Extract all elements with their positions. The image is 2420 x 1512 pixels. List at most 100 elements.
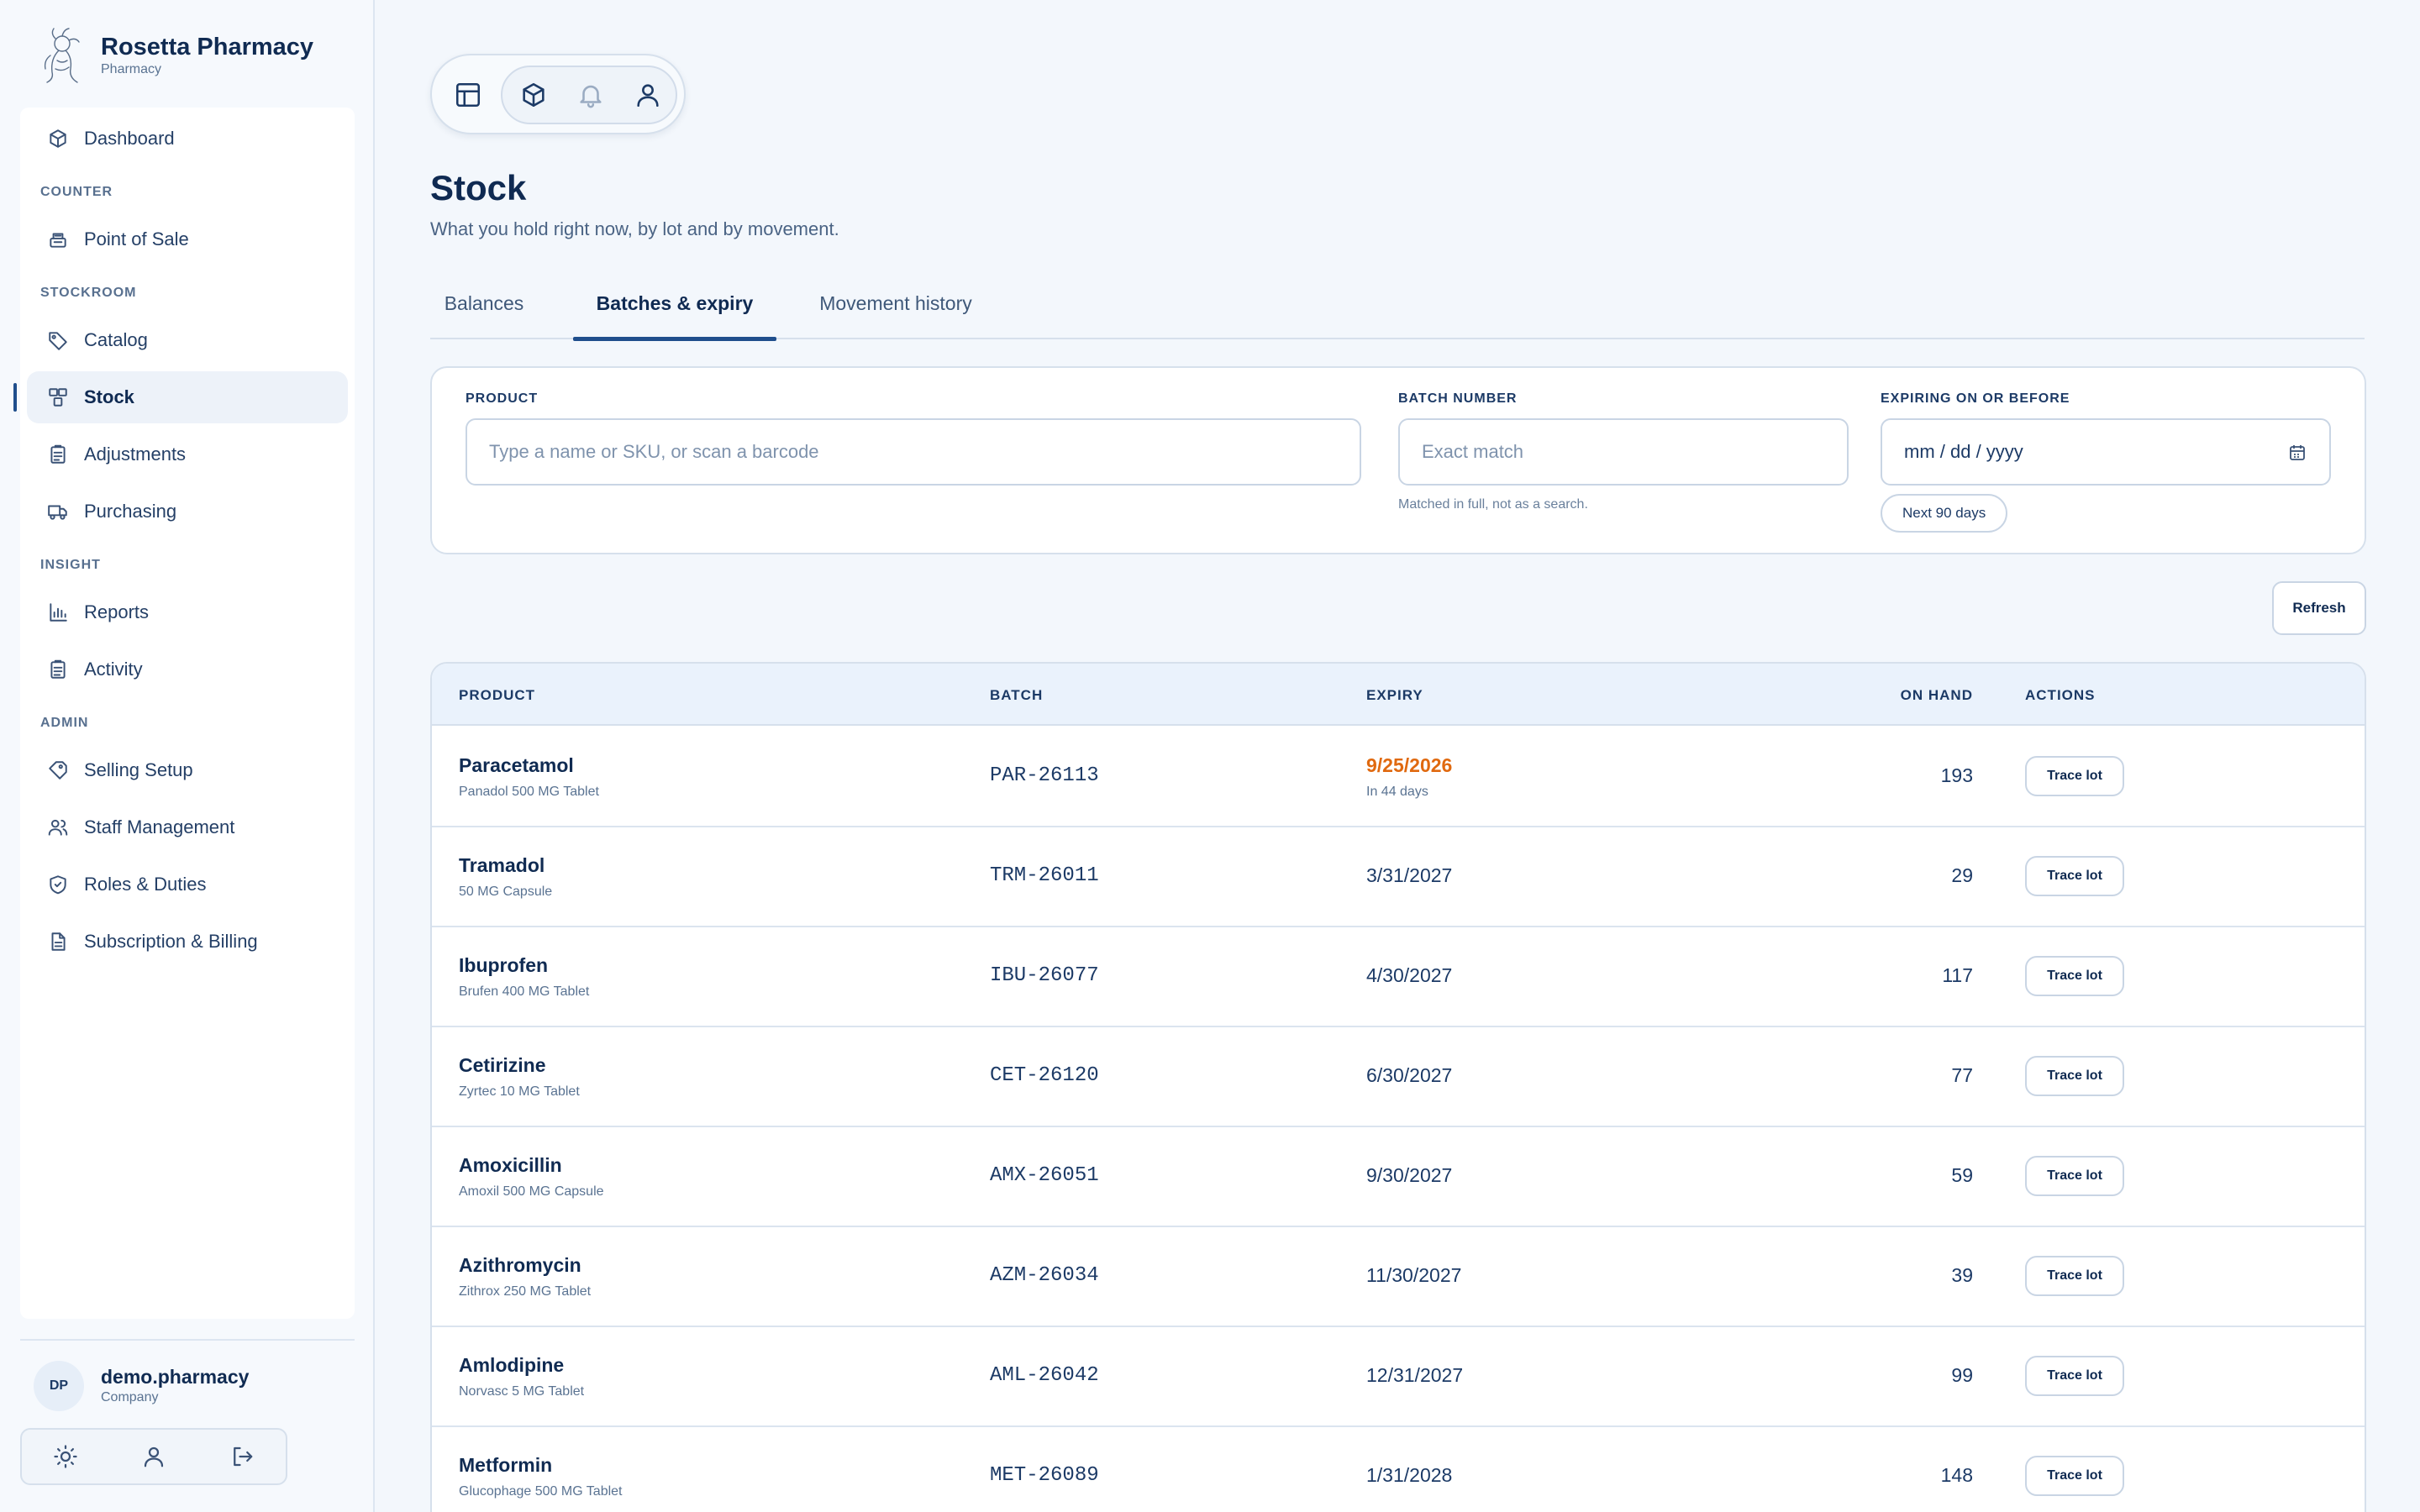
sidebar-item-stock[interactable]: Stock: [13, 371, 348, 423]
sidebar-item-label: Purchasing: [84, 501, 177, 522]
clipboard-list-icon: [50, 659, 66, 679]
filter-panel: PRODUCT BATCH NUMBER Matched in full, no…: [430, 366, 2366, 554]
expiry-date: 9/25/2026: [1366, 754, 1453, 776]
batch-number: PAR-26113: [990, 764, 1099, 787]
sidebar-item-label: Activity: [84, 659, 143, 680]
document-icon: [51, 932, 66, 951]
sidebar-item-label: Point of Sale: [84, 228, 189, 249]
expiry-date: 4/30/2027: [1366, 964, 1453, 986]
inventory-button[interactable]: [509, 71, 558, 119]
tab-bar: Balances Batches & expiry Movement histo…: [430, 281, 2365, 341]
sidebar-item-catalog[interactable]: Catalog: [27, 314, 348, 366]
sidebar-item-adjustments[interactable]: Adjustments: [27, 428, 348, 480]
nav-section-stockroom: STOCKROOM: [40, 286, 137, 300]
layout-icon: [455, 82, 481, 108]
product-search-input[interactable]: [466, 418, 1361, 486]
batch-hint: Matched in full, not as a search.: [1398, 497, 1588, 512]
refresh-button[interactable]: Refresh: [2272, 581, 2366, 635]
table-row[interactable]: Ibuprofen Brufen 400 MG Tablet IBU-26077 4/…: [432, 927, 2365, 1027]
sidebar-item-label: Stock: [84, 386, 134, 407]
sun-icon[interactable]: [53, 1444, 78, 1469]
trace-lot-button[interactable]: Trace lot: [2025, 956, 2124, 996]
page-title: Stock: [430, 168, 527, 207]
profile-button[interactable]: [623, 71, 672, 119]
user-profile[interactable]: DP demo.pharmacy Company: [34, 1361, 249, 1411]
sidebar-divider: [20, 1339, 355, 1341]
nav-panel: Dashboard COUNTER Point of Sale STOCKROO…: [13, 108, 355, 1319]
top-toolbar: [430, 54, 686, 134]
sidebar-item-purchasing[interactable]: Purchasing: [27, 486, 348, 538]
tab-batches-expiry[interactable]: Batches & expiry: [573, 292, 776, 341]
sidebar-item-point-of-sale[interactable]: Point of Sale: [27, 213, 348, 265]
avatar: DP: [34, 1361, 84, 1411]
truck-icon: [48, 505, 67, 520]
user-icon[interactable]: [141, 1444, 166, 1469]
product-description: Brufen 400 MG Tablet: [459, 984, 590, 999]
table-row[interactable]: Metformin Glucophage 500 MG Tablet MET-260…: [432, 1427, 2365, 1512]
tab-movement-history[interactable]: Movement history: [803, 292, 988, 339]
table-row[interactable]: Tramadol 50 MG Capsule TRM-26011 3/31/2027 2…: [432, 827, 2365, 927]
sidebar-item-selling-setup[interactable]: Selling Setup: [27, 744, 348, 796]
batches-table: PRODUCT BATCH EXPIRY ON HAND ACTIONS Par…: [430, 662, 2366, 1512]
expiry-filter-label: EXPIRING ON OR BEFORE: [1881, 391, 2070, 406]
on-hand-quantity: 99: [1951, 1364, 1973, 1386]
expiry-date: 12/31/2027: [1366, 1364, 1464, 1386]
users-icon: [48, 819, 68, 836]
sidebar-item-activity[interactable]: Activity: [27, 643, 348, 696]
sidebar-item-roles-duties[interactable]: Roles & Duties: [27, 858, 348, 911]
sidebar-item-reports[interactable]: Reports: [27, 586, 348, 638]
batch-number: CET-26120: [990, 1064, 1099, 1087]
next-90-days-chip[interactable]: Next 90 days: [1881, 494, 2008, 533]
trace-lot-button[interactable]: Trace lot: [2025, 856, 2124, 896]
sidebar-item-label: Catalog: [84, 329, 148, 350]
on-hand-quantity: 117: [1942, 964, 1973, 986]
batch-number: AZM-26034: [990, 1264, 1099, 1287]
notifications-button[interactable]: [566, 71, 615, 119]
trace-lot-button[interactable]: Trace lot: [2025, 1256, 2124, 1296]
sidebar-item-dashboard[interactable]: Dashboard: [27, 113, 348, 165]
nav-section-counter: COUNTER: [40, 185, 113, 199]
column-header-batch: BATCH: [990, 687, 1044, 703]
brand-name: Rosetta Pharmacy: [101, 34, 314, 60]
table-row[interactable]: Amlodipine Norvasc 5 MG Tablet AML-26042 12…: [432, 1327, 2365, 1427]
column-header-product: PRODUCT: [459, 687, 536, 703]
logout-icon[interactable]: [229, 1444, 255, 1469]
brand[interactable]: Rosetta Pharmacy Pharmacy: [37, 25, 313, 86]
product-name: Cetirizine: [459, 1054, 546, 1076]
table-row[interactable]: Amoxicillin Amoxil 500 MG Capsule AMX-2605…: [432, 1127, 2365, 1227]
cube-icon: [523, 82, 544, 108]
sidebar-item-staff-management[interactable]: Staff Management: [27, 801, 348, 853]
sidebar-item-label: Selling Setup: [84, 759, 193, 780]
on-hand-quantity: 193: [1940, 764, 1973, 786]
trace-lot-button[interactable]: Trace lot: [2025, 756, 2124, 796]
batch-number: AML-26042: [990, 1364, 1099, 1387]
table-row[interactable]: Paracetamol Panadol 500 MG Tablet PAR-2611…: [432, 727, 2365, 827]
user-actions: [20, 1428, 287, 1485]
sidebar-item-label: Subscription & Billing: [84, 931, 258, 952]
product-name: Azithromycin: [459, 1254, 581, 1276]
trace-lot-button[interactable]: Trace lot: [2025, 1456, 2124, 1496]
clipboard-icon: [50, 444, 66, 464]
tab-balances[interactable]: Balances: [430, 292, 538, 339]
trace-lot-button[interactable]: Trace lot: [2025, 1356, 2124, 1396]
expiry-date: 9/30/2027: [1366, 1164, 1453, 1186]
table-row[interactable]: Cetirizine Zyrtec 10 MG Tablet CET-26120 6/…: [432, 1027, 2365, 1127]
sidebar-item-subscription-billing[interactable]: Subscription & Billing: [27, 916, 348, 968]
product-name: Tramadol: [459, 854, 545, 876]
trace-lot-button[interactable]: Trace lot: [2025, 1156, 2124, 1196]
expiry-date: 11/30/2027: [1366, 1264, 1462, 1286]
batch-number: IBU-26077: [990, 964, 1099, 987]
table-header: PRODUCT BATCH EXPIRY ON HAND ACTIONS: [432, 664, 2365, 726]
product-description: Norvasc 5 MG Tablet: [459, 1384, 585, 1399]
cube-icon: [50, 129, 66, 148]
product-name: Paracetamol: [459, 754, 574, 776]
layout-button[interactable]: [444, 71, 492, 119]
batch-number-input[interactable]: [1398, 418, 1849, 486]
product-name: Ibuprofen: [459, 954, 549, 976]
trace-lot-button[interactable]: Trace lot: [2025, 1056, 2124, 1096]
table-row[interactable]: Azithromycin Zithrox 250 MG Tablet AZM-260…: [432, 1227, 2365, 1327]
expiry-date-input[interactable]: mm / dd / yyyy: [1881, 418, 2331, 486]
calendar-icon[interactable]: [2287, 443, 2307, 463]
brand-subtitle: Pharmacy: [101, 62, 162, 76]
sidebar-item-label: Dashboard: [84, 128, 175, 149]
